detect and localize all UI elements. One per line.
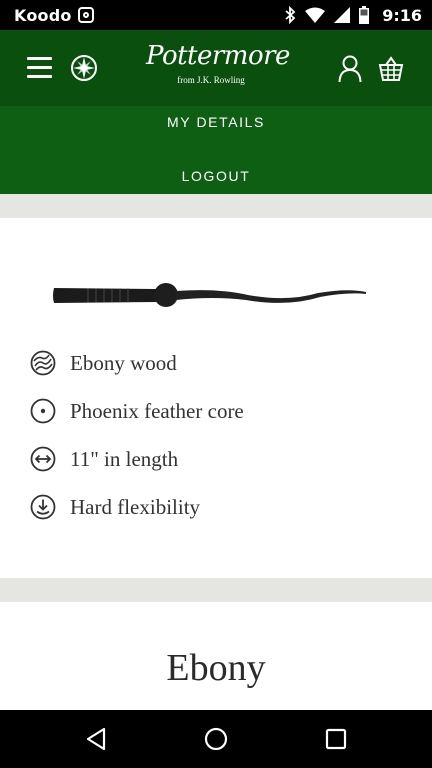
signal-icon	[334, 7, 351, 23]
attribute-label: Hard flexibility	[70, 494, 201, 519]
instagram-icon	[77, 7, 94, 23]
status-icons: 9:16	[284, 6, 422, 25]
battery-icon	[359, 6, 370, 24]
attribute-wood: Ebony wood	[30, 349, 177, 377]
recents-icon[interactable]	[323, 726, 349, 752]
android-nav-bar	[0, 710, 432, 768]
status-bar: Koodo 9:16	[0, 0, 432, 30]
attribute-length: 11" in length	[30, 445, 178, 473]
section-divider	[0, 578, 432, 602]
home-icon[interactable]	[203, 726, 229, 752]
my-details-link[interactable]: MY DETAILS	[0, 114, 432, 130]
logout-link[interactable]: LOGOUT	[0, 168, 432, 184]
basket-icon[interactable]	[378, 56, 404, 82]
wood-grain-icon	[30, 350, 56, 376]
wand-card: Ebony wood Phoenix feather core 11" in l…	[0, 218, 432, 578]
attribute-flexibility: Hard flexibility	[30, 493, 200, 521]
user-icon[interactable]	[338, 55, 362, 83]
attribute-label: Phoenix feather core	[70, 398, 244, 423]
length-icon	[30, 446, 56, 472]
wood-title: Ebony	[166, 647, 266, 689]
carrier-name: Koodo	[14, 5, 72, 25]
attribute-core: Phoenix feather core	[30, 397, 244, 425]
wood-info-card: Ebony	[0, 602, 432, 710]
compass-icon[interactable]	[70, 54, 98, 82]
wifi-icon	[305, 7, 326, 23]
attribute-label: Ebony wood	[70, 350, 177, 375]
section-divider	[0, 194, 432, 218]
site-header: Pottermore from J.K. Rowling	[0, 30, 432, 106]
logo-subtitle: from J.K. Rowling	[177, 75, 245, 85]
logo-wordmark: Pottermore	[146, 41, 290, 71]
bluetooth-icon	[285, 6, 296, 24]
core-icon	[30, 398, 56, 424]
account-menu: MY DETAILS LOGOUT	[0, 106, 432, 194]
pottermore-logo[interactable]: Pottermore from J.K. Rowling	[146, 40, 290, 92]
back-icon[interactable]	[84, 726, 110, 752]
attribute-label: 11" in length	[70, 446, 179, 471]
menu-icon[interactable]	[27, 57, 52, 79]
clock: 9:16	[382, 5, 422, 25]
flexibility-icon	[30, 494, 56, 520]
wand-image	[53, 283, 366, 307]
